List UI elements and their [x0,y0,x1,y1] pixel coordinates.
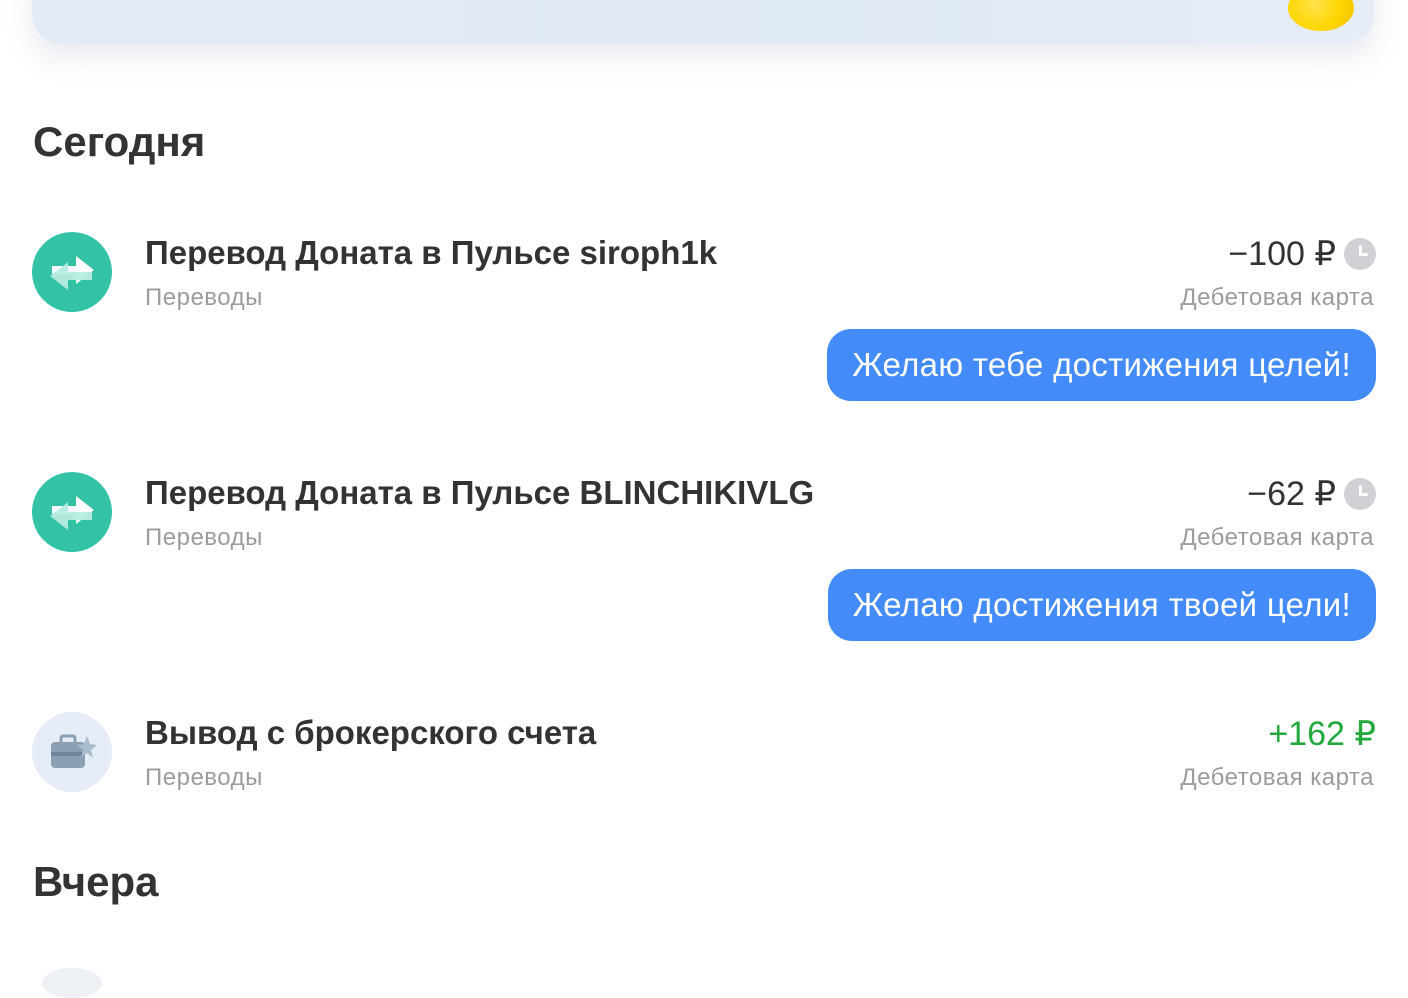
transaction-amount-group: −62 ₽ [1247,474,1376,514]
section-title-today: Сегодня [33,118,206,165]
transaction-account: Дебетовая карта [1180,284,1374,311]
transaction-title: Перевод Доната в Пульсе siroph1k [145,234,718,271]
transaction-category: Переводы [145,764,263,791]
clock-icon [1344,478,1376,510]
section-title-yesterday: Вчера [33,858,159,905]
transaction-amount-group: +162 ₽ [1268,714,1376,754]
transaction-category: Переводы [145,284,263,311]
transaction-amount: −100 ₽ [1228,235,1336,273]
transaction-amount-group: −100 ₽ [1228,234,1376,274]
transfer-arrows-icon [32,472,112,552]
transaction-account: Дебетовая карта [1180,524,1374,551]
transaction-title: Вывод с брокерского счета [145,714,597,751]
coin-icon [1288,0,1354,31]
clock-icon [1344,238,1376,270]
briefcase-icon [32,712,112,792]
donation-message: Желаю достижения твоей цели! [827,569,1376,641]
transaction-title: Перевод Доната в Пульсе BLINCHIKIVLG [145,474,815,511]
donation-message: Желаю тебе достижения целей! [827,329,1376,401]
promo-banner[interactable] [32,0,1374,43]
transaction-icon-partial [42,968,102,998]
transaction-category: Переводы [145,524,263,551]
transaction-account: Дебетовая карта [1180,764,1374,791]
transaction-amount: −62 ₽ [1247,475,1336,513]
transaction-amount: +162 ₽ [1268,715,1376,753]
transfer-arrows-icon [32,232,112,312]
